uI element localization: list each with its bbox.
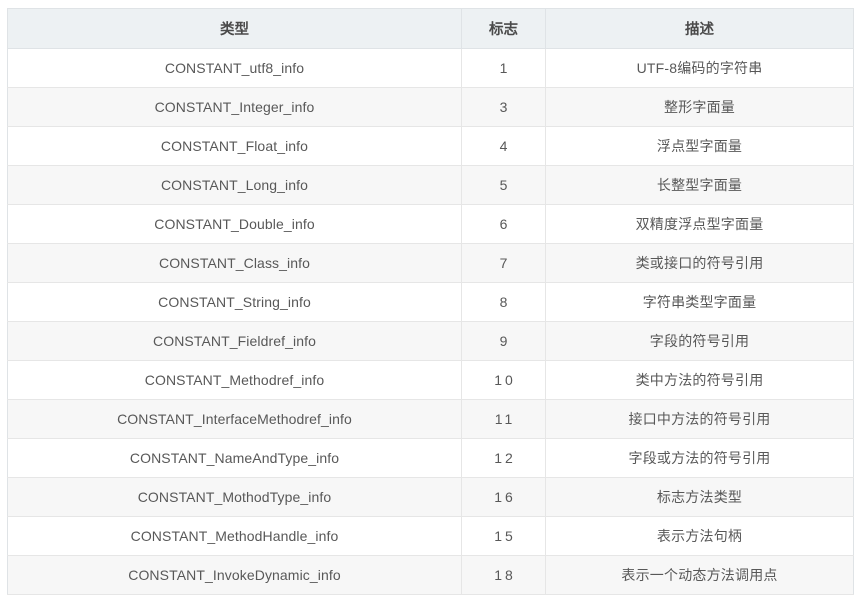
cell-description: 类或接口的符号引用 <box>546 244 854 283</box>
cell-description: 整形字面量 <box>546 88 854 127</box>
table-row: CONSTANT_MothodType_info16标志方法类型 <box>8 478 854 517</box>
cell-description: 字段或方法的符号引用 <box>546 439 854 478</box>
table-header: 类型 标志 描述 <box>8 9 854 49</box>
cell-type: CONSTANT_Long_info <box>8 166 462 205</box>
cell-flag: 6 <box>462 205 546 244</box>
cell-type: CONSTANT_Fieldref_info <box>8 322 462 361</box>
table-header-row: 类型 标志 描述 <box>8 9 854 49</box>
cell-type: CONSTANT_Class_info <box>8 244 462 283</box>
cell-type: CONSTANT_Double_info <box>8 205 462 244</box>
cell-description: 表示一个动态方法调用点 <box>546 556 854 595</box>
cell-flag: 15 <box>462 517 546 556</box>
table-row: CONSTANT_MethodHandle_info15表示方法句柄 <box>8 517 854 556</box>
cell-flag: 16 <box>462 478 546 517</box>
cell-description: 标志方法类型 <box>546 478 854 517</box>
cell-description: UTF-8编码的字符串 <box>546 49 854 88</box>
cell-type: CONSTANT_Float_info <box>8 127 462 166</box>
cell-description: 接口中方法的符号引用 <box>546 400 854 439</box>
cell-flag: 4 <box>462 127 546 166</box>
cell-type: CONSTANT_Methodref_info <box>8 361 462 400</box>
table-row: CONSTANT_Integer_info3整形字面量 <box>8 88 854 127</box>
constant-pool-types-table: 类型 标志 描述 CONSTANT_utf8_info1UTF-8编码的字符串C… <box>7 8 854 595</box>
table-row: CONSTANT_Fieldref_info9字段的符号引用 <box>8 322 854 361</box>
cell-description: 字符串类型字面量 <box>546 283 854 322</box>
table-row: CONSTANT_utf8_info1UTF-8编码的字符串 <box>8 49 854 88</box>
table-row: CONSTANT_NameAndType_info12字段或方法的符号引用 <box>8 439 854 478</box>
cell-type: CONSTANT_NameAndType_info <box>8 439 462 478</box>
cell-description: 表示方法句柄 <box>546 517 854 556</box>
cell-flag: 10 <box>462 361 546 400</box>
column-header-description: 描述 <box>546 9 854 49</box>
cell-type: CONSTANT_MethodHandle_info <box>8 517 462 556</box>
constant-pool-table-container: 类型 标志 描述 CONSTANT_utf8_info1UTF-8编码的字符串C… <box>7 8 853 595</box>
table-body: CONSTANT_utf8_info1UTF-8编码的字符串CONSTANT_I… <box>8 49 854 595</box>
cell-flag: 12 <box>462 439 546 478</box>
cell-flag: 3 <box>462 88 546 127</box>
table-row: CONSTANT_Float_info4浮点型字面量 <box>8 127 854 166</box>
cell-flag: 8 <box>462 283 546 322</box>
table-row: CONSTANT_InterfaceMethodref_info11接口中方法的… <box>8 400 854 439</box>
table-row: CONSTANT_Long_info5长整型字面量 <box>8 166 854 205</box>
cell-description: 浮点型字面量 <box>546 127 854 166</box>
table-row: CONSTANT_Methodref_info10类中方法的符号引用 <box>8 361 854 400</box>
page-root: 类型 标志 描述 CONSTANT_utf8_info1UTF-8编码的字符串C… <box>0 0 860 598</box>
table-row: CONSTANT_Class_info7类或接口的符号引用 <box>8 244 854 283</box>
column-header-flag: 标志 <box>462 9 546 49</box>
cell-description: 字段的符号引用 <box>546 322 854 361</box>
cell-type: CONSTANT_utf8_info <box>8 49 462 88</box>
cell-type: CONSTANT_MothodType_info <box>8 478 462 517</box>
cell-description: 双精度浮点型字面量 <box>546 205 854 244</box>
cell-type: CONSTANT_InvokeDynamic_info <box>8 556 462 595</box>
cell-type: CONSTANT_Integer_info <box>8 88 462 127</box>
cell-description: 长整型字面量 <box>546 166 854 205</box>
table-row: CONSTANT_Double_info6双精度浮点型字面量 <box>8 205 854 244</box>
cell-flag: 5 <box>462 166 546 205</box>
cell-flag: 11 <box>462 400 546 439</box>
cell-type: CONSTANT_String_info <box>8 283 462 322</box>
cell-flag: 7 <box>462 244 546 283</box>
cell-flag: 18 <box>462 556 546 595</box>
table-row: CONSTANT_InvokeDynamic_info18表示一个动态方法调用点 <box>8 556 854 595</box>
cell-description: 类中方法的符号引用 <box>546 361 854 400</box>
cell-type: CONSTANT_InterfaceMethodref_info <box>8 400 462 439</box>
cell-flag: 9 <box>462 322 546 361</box>
table-row: CONSTANT_String_info8字符串类型字面量 <box>8 283 854 322</box>
cell-flag: 1 <box>462 49 546 88</box>
column-header-type: 类型 <box>8 9 462 49</box>
